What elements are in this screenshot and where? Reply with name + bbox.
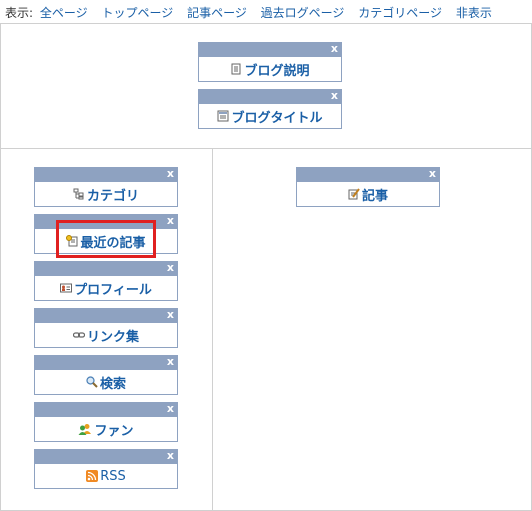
widget-blog-description[interactable]: x ブログ説明 <box>198 42 342 82</box>
chain-link-icon <box>72 329 86 341</box>
widget-label: ブログ説明 <box>244 63 310 79</box>
close-icon[interactable]: x <box>167 449 174 463</box>
close-icon[interactable]: x <box>167 167 174 181</box>
close-icon[interactable]: x <box>167 355 174 369</box>
filter-category-page[interactable]: カテゴリページ <box>358 6 442 20</box>
widget-category[interactable]: x カテゴリ <box>34 167 178 207</box>
widget-fan[interactable]: x ファン <box>34 402 178 442</box>
filter-article-page[interactable]: 記事ページ <box>187 6 247 20</box>
widget-article[interactable]: x 記事 <box>296 167 440 207</box>
widget-search[interactable]: x 検索 <box>34 355 178 395</box>
widget-label: ブログタイトル <box>231 110 323 126</box>
widget-titlebar[interactable]: x <box>199 89 341 104</box>
close-icon[interactable]: x <box>167 261 174 275</box>
widget-titlebar[interactable]: x <box>35 355 177 370</box>
widget-label: RSS <box>100 468 126 484</box>
widget-titlebar[interactable]: x <box>35 261 177 276</box>
title-document-icon <box>217 110 229 122</box>
widget-rss[interactable]: x RSS <box>34 449 178 489</box>
close-icon[interactable]: x <box>167 402 174 416</box>
widget-link-collection[interactable]: x リンク集 <box>34 308 178 348</box>
filter-all-pages[interactable]: 全ページ <box>40 6 88 20</box>
widget-profile[interactable]: x プロフィール <box>34 261 178 301</box>
widget-label: プロフィール <box>74 282 152 298</box>
document-icon <box>230 63 242 75</box>
widget-titlebar[interactable]: x <box>35 402 177 417</box>
filter-archive-page[interactable]: 過去ログページ <box>261 6 345 20</box>
pencil-document-icon <box>348 188 360 200</box>
widget-titlebar[interactable]: x <box>297 167 439 182</box>
widget-label: カテゴリ <box>86 188 139 204</box>
category-tree-icon <box>73 188 85 200</box>
widget-label: リンク集 <box>86 329 139 345</box>
close-icon[interactable]: x <box>429 167 436 181</box>
profile-card-icon <box>60 282 73 294</box>
widget-label: ファン <box>94 423 134 439</box>
widget-label: 記事 <box>361 188 388 204</box>
filter-hidden[interactable]: 非表示 <box>456 6 492 20</box>
display-filter-bar: 表示: 全ページ トップページ 記事ページ 過去ログページ カテゴリページ 非表… <box>0 0 532 24</box>
display-label: 表示: <box>5 6 34 20</box>
widget-titlebar[interactable]: x <box>199 42 341 57</box>
widget-label: 検索 <box>99 376 126 392</box>
filter-top-page[interactable]: トップページ <box>101 6 173 20</box>
close-icon[interactable]: x <box>167 308 174 322</box>
close-icon[interactable]: x <box>167 214 174 228</box>
widget-titlebar[interactable]: x <box>35 167 177 182</box>
widget-blog-title[interactable]: x ブログタイトル <box>198 89 342 129</box>
magnifier-icon <box>86 376 98 388</box>
close-icon[interactable]: x <box>331 89 338 103</box>
widget-titlebar[interactable]: x <box>35 308 177 323</box>
fan-users-icon <box>78 423 92 435</box>
widget-titlebar[interactable]: x <box>35 449 177 464</box>
close-icon[interactable]: x <box>331 42 338 56</box>
selection-highlight <box>56 220 156 258</box>
rss-icon <box>86 470 99 482</box>
